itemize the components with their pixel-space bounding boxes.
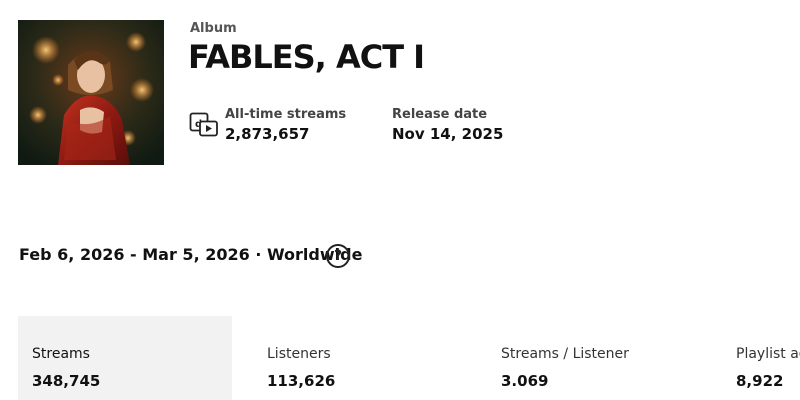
release-date-label: Release date [392, 107, 488, 122]
album-title: FABLES, ACT I [188, 38, 425, 76]
metric-value: 3.069 [501, 372, 549, 390]
metric-value: 348,745 [32, 372, 101, 390]
metric-label: Streams / Listener [501, 346, 629, 362]
date-range-filter[interactable]: Feb 6, 2026 - Mar 5, 2026 · Worldwide [19, 245, 362, 264]
streams-icon: d [189, 112, 219, 140]
album-cover-image[interactable] [18, 20, 164, 165]
metric-card-listeners[interactable]: Listeners 113,626 [253, 316, 467, 400]
album-type-label: Album [190, 21, 237, 36]
metrics-row: Streams 348,745 Listeners 113,626 Stream… [18, 316, 800, 400]
metric-card-streams-per-listener[interactable]: Streams / Listener 3.069 [487, 316, 701, 400]
metric-label: Listeners [267, 346, 331, 362]
metric-card-streams[interactable]: Streams 348,745 [18, 316, 232, 400]
metric-card-playlist-adds[interactable]: Playlist adds 8,922 [722, 316, 800, 400]
metric-label: Streams [32, 346, 90, 362]
metric-label: Playlist adds [736, 346, 800, 362]
album-stats-page: Album FABLES, ACT I d All-time streams 2… [0, 0, 800, 400]
all-time-streams-label: All-time streams [225, 107, 347, 122]
all-time-streams-value: 2,873,657 [225, 125, 310, 143]
metric-value: 8,922 [736, 372, 784, 390]
release-date-value: Nov 14, 2025 [392, 125, 504, 143]
metric-value: 113,626 [267, 372, 336, 390]
question-circle-icon[interactable]: ? [326, 244, 350, 268]
